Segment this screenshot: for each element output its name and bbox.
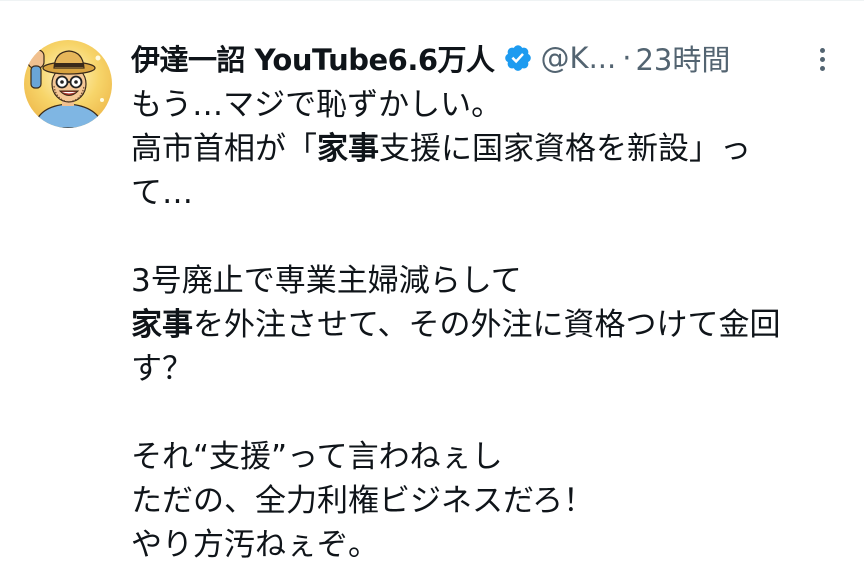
tweet-line: 高市首相が「家事支援に国家資格を新設」っ xyxy=(131,127,841,171)
more-vertical-icon-dot xyxy=(819,56,825,62)
tweet-line: す？ xyxy=(131,351,193,387)
handle[interactable]: @K... xyxy=(541,41,617,75)
tweet-header: 伊達一詔 YouTube6.6万人 @K... · 23時間 xyxy=(131,36,730,80)
bold-text-segment: 家事 xyxy=(317,131,379,167)
tweet-line: 3号廃止で専業主婦減らして xyxy=(131,263,522,299)
text-segment: 高市首相が「 xyxy=(131,131,317,167)
tweet-line: もう…マジで恥ずかしい。 xyxy=(131,87,503,123)
tweet-line: やり方汚ねぇぞ。 xyxy=(131,527,379,563)
display-name[interactable]: 伊達一詔 YouTube6.6万人 xyxy=(131,37,495,79)
text-segment: を外注させて、その外注に資格つけて金回 xyxy=(193,307,781,343)
more-options-button[interactable] xyxy=(808,42,836,76)
tweet-line: それ“支援”って言わねぇし xyxy=(131,439,503,475)
tweet[interactable]: 伊達一詔 YouTube6.6万人 @K... · 23時間 もう…マジで恥ずか… xyxy=(0,0,864,574)
separator-dot: · xyxy=(622,41,632,75)
tweet-text: もう…マジで恥ずかしい。 高市首相が「家事支援に国家資格を新設」っ て… 3号廃… xyxy=(131,83,841,567)
timestamp[interactable]: 23時間 xyxy=(635,37,730,79)
tweet-line: 家事を外注させて、その外注に資格つけて金回 xyxy=(131,303,841,347)
text-segment: 支援に国家資格を新設」っ xyxy=(379,131,751,167)
tweet-line: ただの、全力利権ビジネスだろ！ xyxy=(131,483,595,519)
more-vertical-icon-dot xyxy=(819,47,825,53)
avatar[interactable] xyxy=(24,40,112,128)
more-vertical-icon-dot xyxy=(819,65,825,71)
verified-badge-icon xyxy=(504,45,531,71)
bold-text-segment: 家事 xyxy=(131,307,193,343)
tweet-line: て… xyxy=(131,175,193,211)
cartoon-man-avatar-icon xyxy=(27,49,105,128)
